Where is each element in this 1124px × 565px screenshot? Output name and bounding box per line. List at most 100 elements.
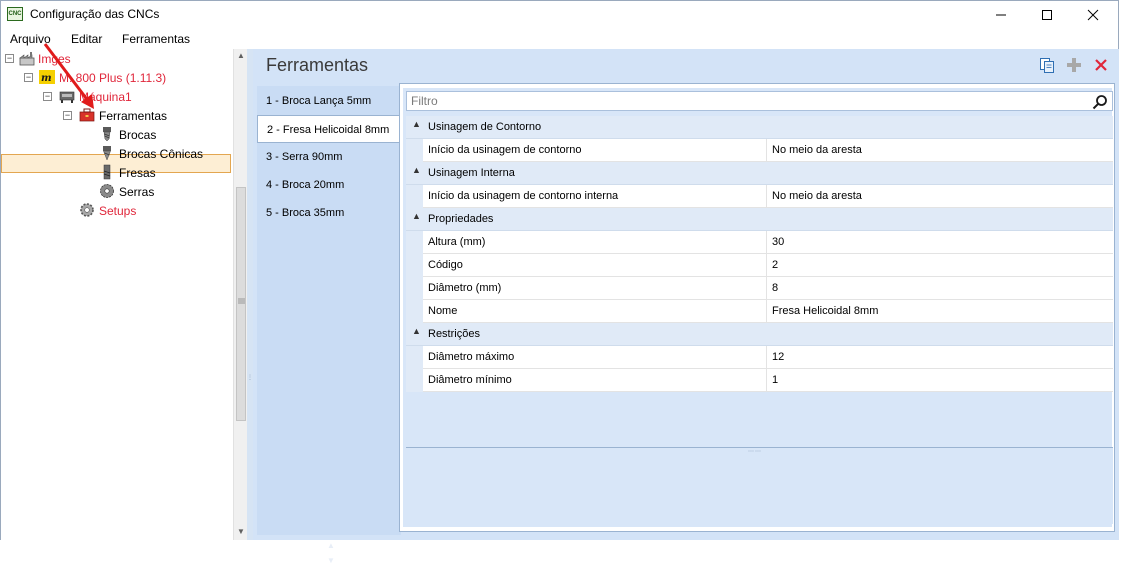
menu-arquivo[interactable]: Arquivo <box>10 32 51 46</box>
tree-scroll-thumb[interactable] <box>236 187 246 421</box>
list-scroll-up-icon[interactable]: ▲ <box>327 541 335 550</box>
filter-input[interactable] <box>407 92 1067 110</box>
add-icon[interactable] <box>1066 57 1082 73</box>
maximize-button[interactable] <box>1024 1 1070 28</box>
tree-expander-ferramentas[interactable]: − <box>63 111 72 120</box>
tool-list-item-active[interactable]: 2 - Fresa Helicoidal 8mm <box>257 115 402 143</box>
property-value[interactable]: 8 <box>768 277 1113 300</box>
category-label: Propriedades <box>428 213 494 225</box>
category-label: Usinagem de Contorno <box>428 121 542 133</box>
category-label: Usinagem Interna <box>428 167 515 179</box>
splitter-grip-icon[interactable]: ⋮ <box>247 374 253 394</box>
scroll-up-arrow-icon[interactable]: ▲ <box>237 51 245 60</box>
property-row[interactable]: Diâmetro máximo 12 <box>406 346 1113 369</box>
tree-label-brocas[interactable]: Brocas <box>119 128 156 142</box>
close-icon <box>1087 9 1099 20</box>
property-row[interactable]: Diâmetro (mm) 8 <box>406 277 1113 300</box>
tool-list-item[interactable]: 1 - Broca Lança 5mm <box>257 87 401 115</box>
tree-expander-imges[interactable]: − <box>5 54 14 63</box>
property-row[interactable]: Início da usinagem de contorno interna N… <box>406 185 1113 208</box>
property-row[interactable]: Nome Fresa Helicoidal 8mm <box>406 300 1113 323</box>
collapse-caret-icon[interactable]: ▲ <box>412 326 421 336</box>
close-button[interactable] <box>1070 1 1116 28</box>
tree-label-setups[interactable]: Setups <box>99 204 136 218</box>
property-name: Diâmetro máximo <box>423 346 767 369</box>
saw-blade-icon <box>100 184 114 198</box>
row-margin <box>406 346 423 369</box>
property-value[interactable]: 12 <box>768 346 1113 369</box>
tree-label-maquina1[interactable]: Máquina1 <box>79 90 132 104</box>
category-propriedades[interactable]: ▲ Propriedades <box>406 208 1113 231</box>
toolbox-icon <box>79 108 95 122</box>
tree-label-serras[interactable]: Serras <box>119 185 154 199</box>
property-value[interactable]: 2 <box>768 254 1113 277</box>
gear-icon <box>80 203 94 217</box>
maximize-icon <box>1042 9 1052 20</box>
tree-label-fresas[interactable]: Fresas <box>119 166 156 180</box>
property-name: Diâmetro mínimo <box>423 369 767 392</box>
minimize-button[interactable] <box>978 1 1024 28</box>
property-row[interactable]: Altura (mm) 30 <box>406 231 1113 254</box>
property-row[interactable]: Início da usinagem de contorno No meio d… <box>406 139 1113 162</box>
tree-scrollbar[interactable]: ▲ ▼ <box>233 49 247 540</box>
property-value[interactable]: Fresa Helicoidal 8mm <box>768 300 1113 323</box>
filter-box[interactable] <box>406 91 1113 111</box>
collapse-caret-icon[interactable]: ▲ <box>412 211 421 221</box>
tree-label-brocas-conicas[interactable]: Brocas Cônicas <box>119 147 203 161</box>
machine-logo-icon: m <box>39 70 55 84</box>
row-margin <box>406 185 423 208</box>
drill-bit-icon <box>103 127 111 142</box>
property-value[interactable]: No meio da aresta <box>768 139 1113 162</box>
tool-list-item[interactable]: 4 - Broca 20mm <box>257 171 401 199</box>
property-name: Início da usinagem de contorno <box>423 139 767 162</box>
copy-icon[interactable] <box>1039 57 1055 73</box>
property-name: Início da usinagem de contorno interna <box>423 185 767 208</box>
category-restricoes[interactable]: ▲ Restrições <box>406 323 1113 346</box>
window-title: Configuração das CNCs <box>30 7 160 21</box>
tools-pane: Ferramentas 1 - Broca Lança 5mm 2 - Fres… <box>253 49 1119 565</box>
row-margin <box>406 369 423 392</box>
tree-label-ferramentas[interactable]: Ferramentas <box>99 109 167 123</box>
row-margin <box>406 300 423 323</box>
tree-expander-maquina1[interactable]: − <box>43 92 52 101</box>
row-margin <box>406 254 423 277</box>
title-bar: CNC Configuração das CNCs <box>1 1 1118 28</box>
property-row[interactable]: Código 2 <box>406 254 1113 277</box>
category-usinagem-interna[interactable]: ▲ Usinagem Interna <box>406 162 1113 185</box>
cnc-machine-icon <box>59 91 75 103</box>
collapse-caret-icon[interactable]: ▲ <box>412 119 421 129</box>
menu-bar: Arquivo Editar Ferramentas <box>1 28 1118 49</box>
tree-expander-machine-model[interactable]: − <box>24 73 33 82</box>
property-grid: ▲ Usinagem de Contorno Início da usinage… <box>406 116 1113 392</box>
minimize-icon <box>996 14 1006 15</box>
delete-icon[interactable] <box>1093 57 1109 73</box>
svg-text:m: m <box>41 73 52 84</box>
row-margin <box>406 139 423 162</box>
collapse-caret-icon[interactable]: ▲ <box>412 165 421 175</box>
list-scroll-down-icon[interactable]: ▼ <box>327 556 335 565</box>
tree-label-imges[interactable]: Imges <box>38 52 71 66</box>
property-row[interactable]: Diâmetro mínimo 1 <box>406 369 1113 392</box>
property-name: Código <box>423 254 767 277</box>
menu-editar[interactable]: Editar <box>71 32 102 46</box>
tree-pane: − Imges − m M. 800 Plus (1.11.3) − Máqui… <box>1 49 233 540</box>
property-name: Altura (mm) <box>423 231 767 254</box>
main-window: CNC Configuração das CNCs Arquivo Editar… <box>0 0 1119 565</box>
menu-ferramentas[interactable]: Ferramentas <box>122 32 190 46</box>
description-panel: ⋯⋯ <box>406 447 1113 524</box>
property-value[interactable]: 30 <box>768 231 1113 254</box>
tool-list-item[interactable]: 3 - Serra 90mm <box>257 143 401 171</box>
tool-list-item[interactable]: 5 - Broca 35mm <box>257 199 401 227</box>
tool-list: 1 - Broca Lança 5mm 2 - Fresa Helicoidal… <box>257 86 402 565</box>
tree-label-machine-model[interactable]: M. 800 Plus (1.11.3) <box>59 71 166 85</box>
property-name: Nome <box>423 300 767 323</box>
property-value[interactable]: 1 <box>768 369 1113 392</box>
splitter-grip-icon[interactable]: ⋯⋯ <box>748 448 762 455</box>
property-value[interactable]: No meio da aresta <box>768 185 1113 208</box>
factory-icon <box>19 52 35 66</box>
scroll-down-arrow-icon[interactable]: ▼ <box>237 527 245 536</box>
end-mill-icon <box>103 164 111 180</box>
search-icon[interactable] <box>1092 94 1108 110</box>
property-grid-container: ▲ Usinagem de Contorno Início da usinage… <box>403 88 1113 527</box>
category-usinagem-contorno[interactable]: ▲ Usinagem de Contorno <box>406 116 1113 139</box>
